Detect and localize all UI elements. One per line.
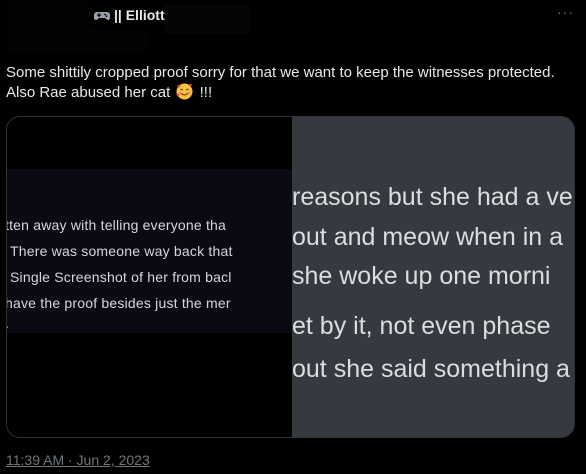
- tweet-text: Some shittily cropped proof sorry for th…: [6, 63, 566, 103]
- tweet-header: || Elliott ···: [0, 0, 586, 56]
- redacted-handle-block: [8, 30, 148, 52]
- left-line-5: .: [7, 315, 9, 331]
- right-line-4: et by it, not even phase: [292, 312, 551, 340]
- tweet-text-main: Some shittily cropped proof sorry for th…: [6, 64, 555, 101]
- right-line-2: out and meow when in a: [292, 223, 564, 251]
- more-options-icon[interactable]: ···: [557, 4, 574, 20]
- author-name-row[interactable]: || Elliott: [94, 7, 165, 23]
- tweet-media[interactable]: tten away with telling everyone tha Ther…: [6, 116, 575, 438]
- author-name[interactable]: || Elliott: [114, 7, 165, 23]
- tweet-text-exclaim: !!!: [199, 84, 213, 101]
- smiling-face-with-hearts-icon: [176, 83, 193, 100]
- right-line-5: out she said something a: [292, 355, 570, 383]
- media-image-left[interactable]: tten away with telling everyone tha Ther…: [7, 117, 292, 437]
- left-line-4: have the proof besides just the mer: [7, 295, 231, 311]
- right-line-1: reasons but she had a ve: [292, 183, 573, 211]
- media-image-right[interactable]: reasons but she had a ve out and meow wh…: [292, 117, 574, 437]
- left-line-2: There was someone way back that: [10, 243, 233, 259]
- redacted-name-block: [164, 4, 250, 34]
- tweet-timestamp[interactable]: 11:39 AM · Jun 2, 2023: [6, 452, 150, 468]
- right-line-3: she woke up one morni: [292, 262, 551, 290]
- gamepad-icon: [94, 9, 110, 21]
- left-line-3: Single Screenshot of her from bacl: [10, 269, 232, 285]
- left-line-1: tten away with telling everyone tha: [7, 217, 227, 233]
